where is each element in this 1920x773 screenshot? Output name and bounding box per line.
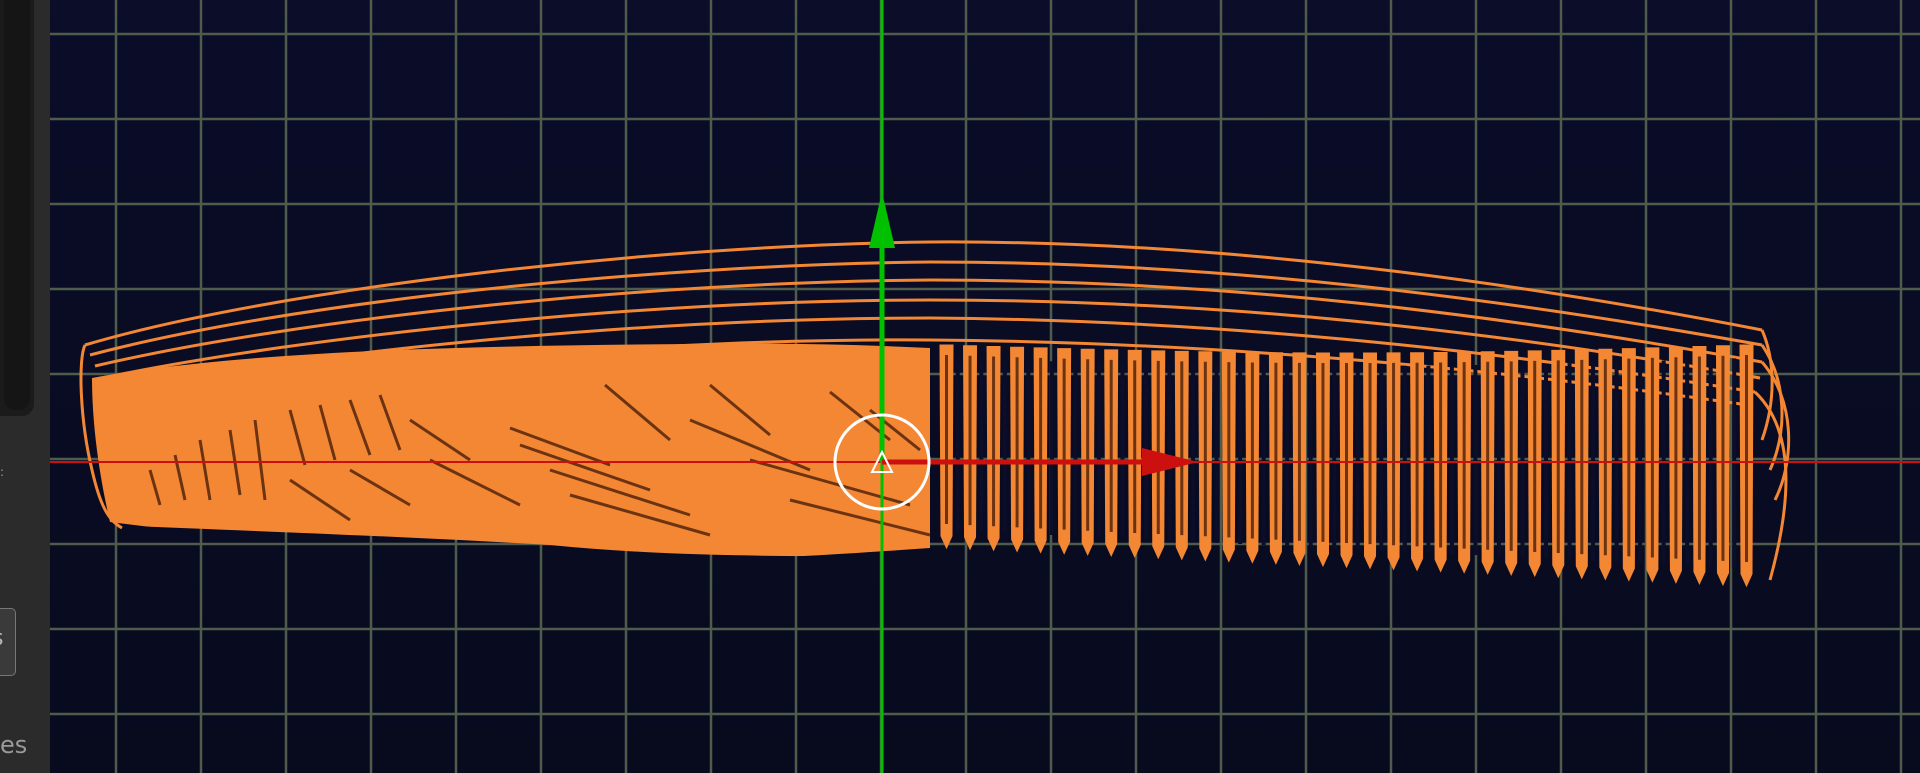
- side-caption: es: [0, 731, 28, 759]
- gizmo-y-arrow-head[interactable]: [869, 192, 895, 248]
- side-panel: : s es: [0, 0, 51, 773]
- scrollbar-track[interactable]: [0, 0, 34, 416]
- comb-spine-fill: [92, 343, 930, 561]
- side-button-label: s: [0, 626, 3, 651]
- comb-spine: [92, 343, 931, 561]
- comb-mesh[interactable]: [79, 240, 1791, 588]
- comb-teeth: [939, 344, 1754, 588]
- comb-end-cap: [1753, 329, 1791, 581]
- viewport-canvas: [50, 0, 1920, 773]
- 3d-viewport[interactable]: [50, 0, 1920, 773]
- side-marker: :: [0, 465, 5, 479]
- comb-rim-line: [84, 240, 1763, 347]
- scrollbar-thumb[interactable]: [4, 0, 30, 410]
